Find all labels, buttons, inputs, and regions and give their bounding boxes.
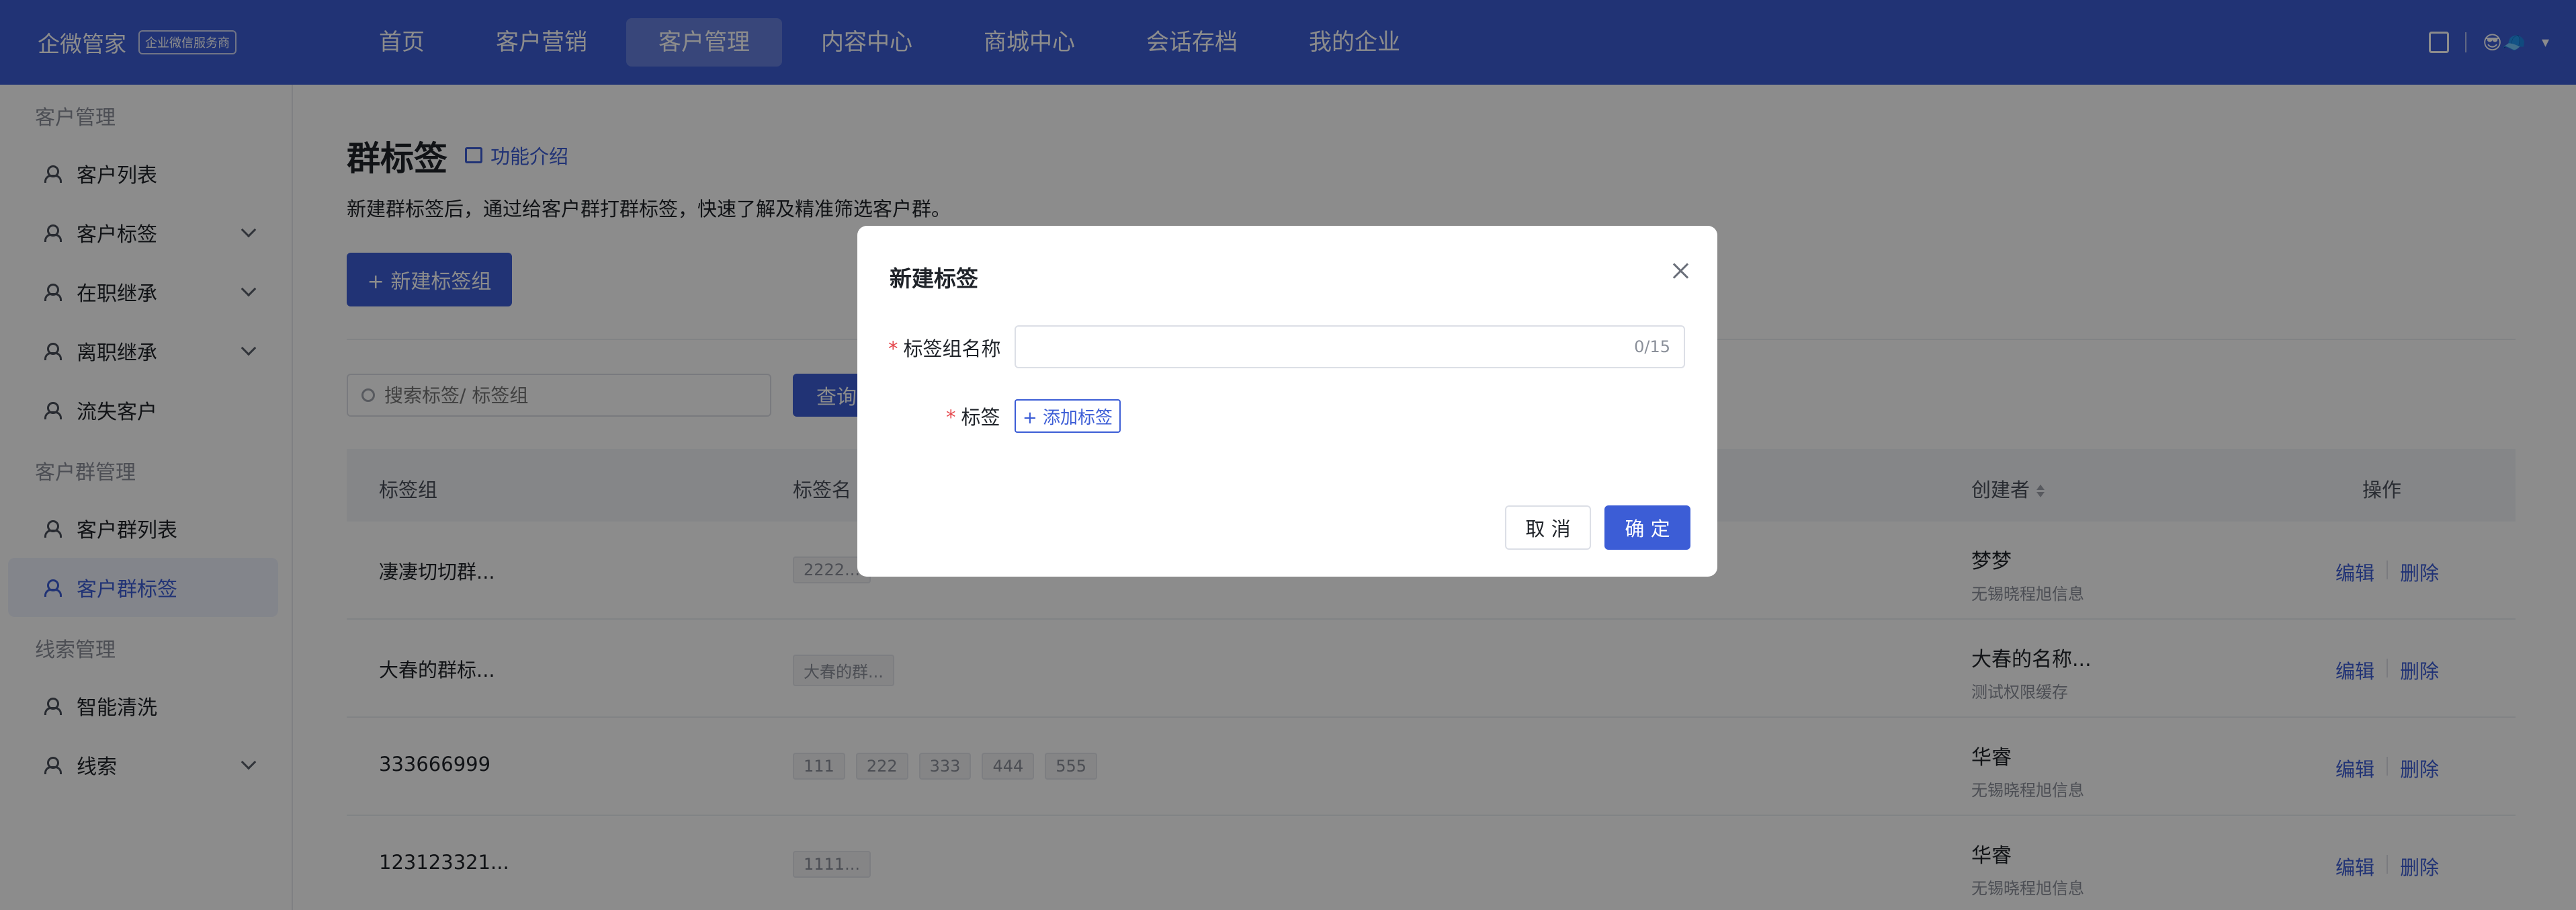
tag-group-name-input[interactable]	[1016, 327, 1635, 367]
tag-group-name-field: 0/15	[1015, 325, 1685, 368]
required-mark: *	[888, 337, 898, 360]
tag-label: * 标签	[946, 402, 1000, 430]
required-mark: *	[946, 406, 956, 429]
cancel-button[interactable]: 取 消	[1505, 505, 1591, 550]
modal-title: 新建标签	[890, 265, 978, 292]
add-tag-button[interactable]: + 添加标签	[1015, 399, 1121, 433]
char-counter: 0/15	[1634, 337, 1670, 356]
tag-group-name-label: * 标签组名称	[888, 333, 1001, 362]
tag-label-text: 标签	[961, 406, 1000, 429]
new-tag-modal: 新建标签 * 标签组名称 0/15 * 标签 + 添加标签 取 消 确 定	[857, 226, 1717, 577]
tag-group-name-label-text: 标签组名称	[903, 337, 1001, 360]
close-icon[interactable]	[1672, 262, 1689, 280]
confirm-button[interactable]: 确 定	[1604, 505, 1690, 550]
